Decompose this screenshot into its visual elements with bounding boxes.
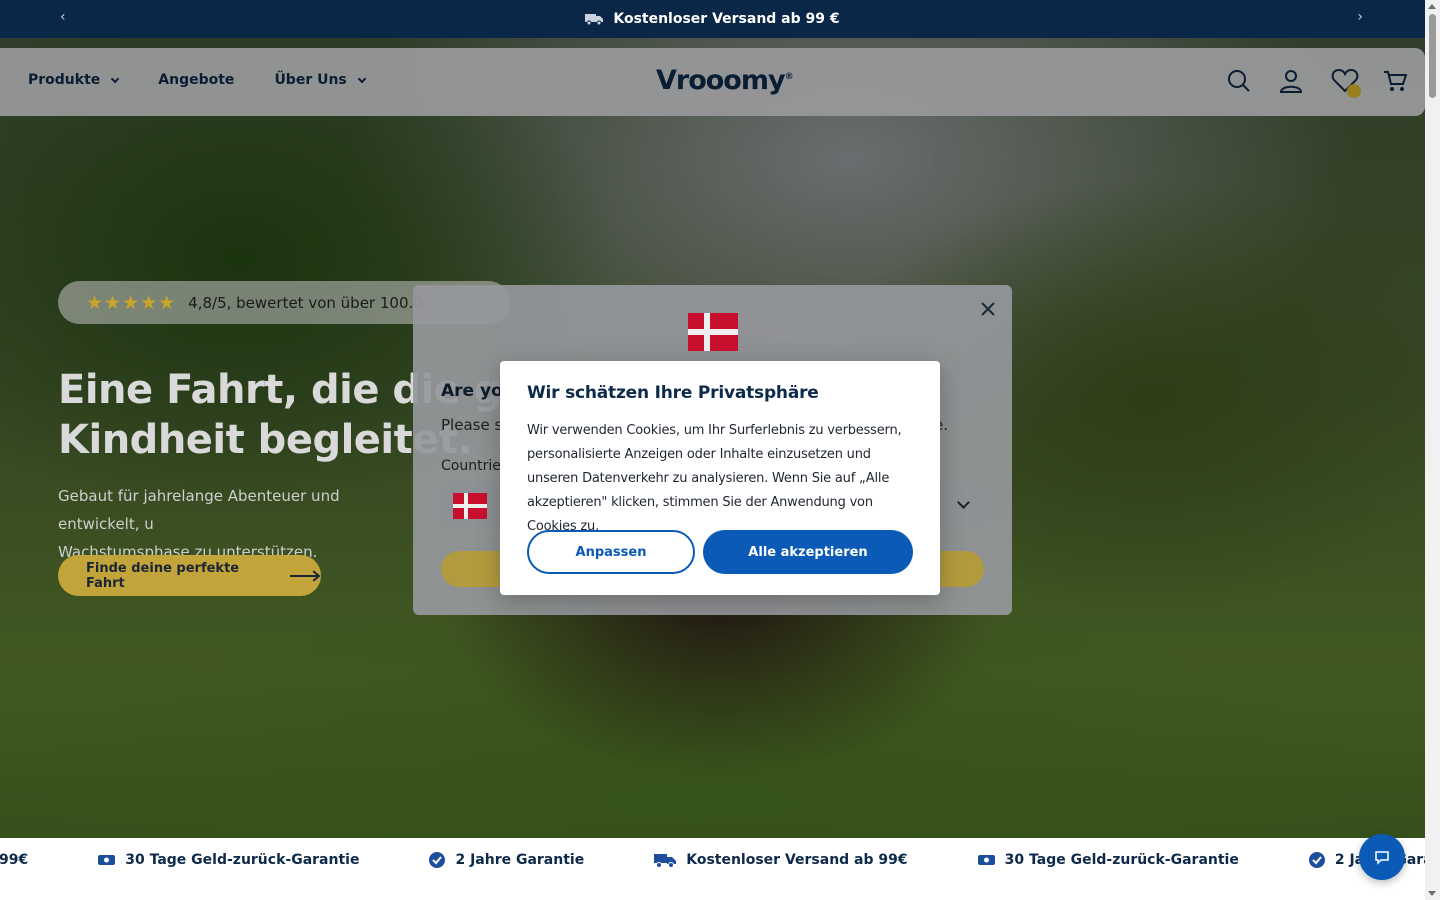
truck-icon bbox=[585, 14, 604, 26]
announcement-bar: ‹ Kostenloser Versand ab 99 € › bbox=[0, 0, 1425, 38]
rating-text: 4,8/5, bewertet von über 100.0 bbox=[188, 293, 423, 312]
denmark-flag-icon bbox=[688, 313, 738, 351]
chevron-right-icon[interactable]: › bbox=[1357, 9, 1363, 25]
marquee-item: 30 Tage Geld-zurück-Garantie bbox=[977, 852, 1239, 868]
announcement-text: Kostenloser Versand ab 99 € bbox=[613, 11, 840, 27]
country-label: Countrie bbox=[441, 458, 501, 474]
page-scrollbar[interactable] bbox=[1425, 0, 1440, 900]
star-rating-icon: ★★★★★ bbox=[86, 291, 177, 314]
customize-button[interactable]: Anpassen bbox=[527, 530, 695, 574]
arrow-right-icon bbox=[290, 569, 321, 582]
announcement-message: Kostenloser Versand ab 99 € bbox=[585, 11, 840, 27]
usp-marquee: 99€ 30 Tage Geld-zurück-Garantie 2 Jahre… bbox=[0, 838, 1425, 900]
cookie-consent-dialog: Wir schätzen Ihre Privatsphäre Wir verwe… bbox=[500, 361, 940, 595]
scroll-down-icon[interactable] bbox=[1428, 891, 1436, 896]
money-back-icon bbox=[977, 855, 995, 865]
marquee-item: Kostenloser Versand ab 99€ bbox=[654, 852, 908, 868]
denmark-flag-icon bbox=[453, 493, 487, 519]
accept-all-button[interactable]: Alle akzeptieren bbox=[703, 530, 913, 574]
marquee-item: 99€ bbox=[0, 852, 28, 868]
close-icon[interactable] bbox=[978, 299, 998, 319]
chevron-down-icon bbox=[957, 496, 970, 509]
hero-subtext: Gebaut für jahrelange Abenteuer und entw… bbox=[58, 482, 418, 566]
marquee-text: 99€ bbox=[0, 852, 29, 868]
chat-icon bbox=[1375, 851, 1389, 865]
find-ride-button[interactable]: Finde deine perfekte Fahrt bbox=[58, 555, 321, 596]
chevron-left-icon[interactable]: ‹ bbox=[60, 9, 66, 25]
marquee-text: 30 Tage Geld-zurück-Garantie bbox=[125, 852, 360, 868]
header-overlay bbox=[0, 48, 1425, 116]
scroll-up-icon[interactable] bbox=[1428, 4, 1436, 9]
cookie-buttons: Anpassen Alle akzeptieren bbox=[527, 530, 913, 574]
check-badge-icon bbox=[1308, 852, 1325, 868]
marquee-item: 30 Tage Geld-zurück-Garantie bbox=[98, 852, 359, 868]
marquee-track: 99€ 30 Tage Geld-zurück-Garantie 2 Jahre… bbox=[0, 852, 1425, 868]
subtext-line: Gebaut für jahrelange Abenteuer und entw… bbox=[58, 487, 340, 533]
check-badge-icon bbox=[429, 852, 446, 868]
marquee-text: 2 Jahre Garantie bbox=[455, 852, 585, 868]
chat-button[interactable] bbox=[1359, 834, 1405, 880]
cookie-text: Wir verwenden Cookies, um Ihr Surferlebn… bbox=[527, 423, 902, 534]
scrollbar-thumb[interactable] bbox=[1429, 14, 1436, 98]
marquee-text: 30 Tage Geld-zurück-Garantie bbox=[1004, 852, 1239, 868]
site-header: Produkte Angebote Über Uns Vrooomy® bbox=[0, 48, 1425, 116]
cta-label: Finde deine perfekte Fahrt bbox=[86, 560, 240, 591]
cookie-title: Wir schätzen Ihre Privatsphäre bbox=[527, 383, 819, 403]
marquee-item: 2 Jahre Garantie bbox=[429, 852, 584, 868]
money-back-icon bbox=[98, 855, 116, 865]
truck-icon bbox=[654, 854, 677, 868]
marquee-text: Kostenloser Versand ab 99€ bbox=[686, 852, 908, 868]
